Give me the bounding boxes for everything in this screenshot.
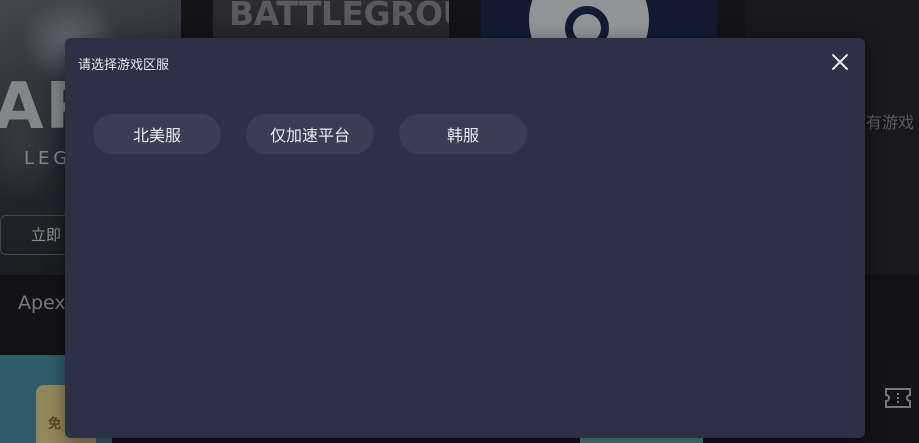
dialog-title: 请选择游戏区服: [78, 58, 170, 73]
region-button-platform-only[interactable]: 仅加速平台: [246, 114, 374, 154]
region-select-dialog: 请选择游戏区服 北美服 仅加速平台 韩服: [65, 38, 865, 438]
region-button-north-america[interactable]: 北美服: [93, 114, 221, 154]
region-button-korea[interactable]: 韩服: [399, 114, 527, 154]
close-button[interactable]: [829, 51, 851, 73]
close-icon: [832, 54, 848, 70]
app-stage: AP LEG 立即 BATTLEGROUNDS 有游戏 Apex 免 请选择游戏…: [0, 0, 919, 443]
region-list: 北美服 仅加速平台 韩服: [93, 114, 527, 154]
